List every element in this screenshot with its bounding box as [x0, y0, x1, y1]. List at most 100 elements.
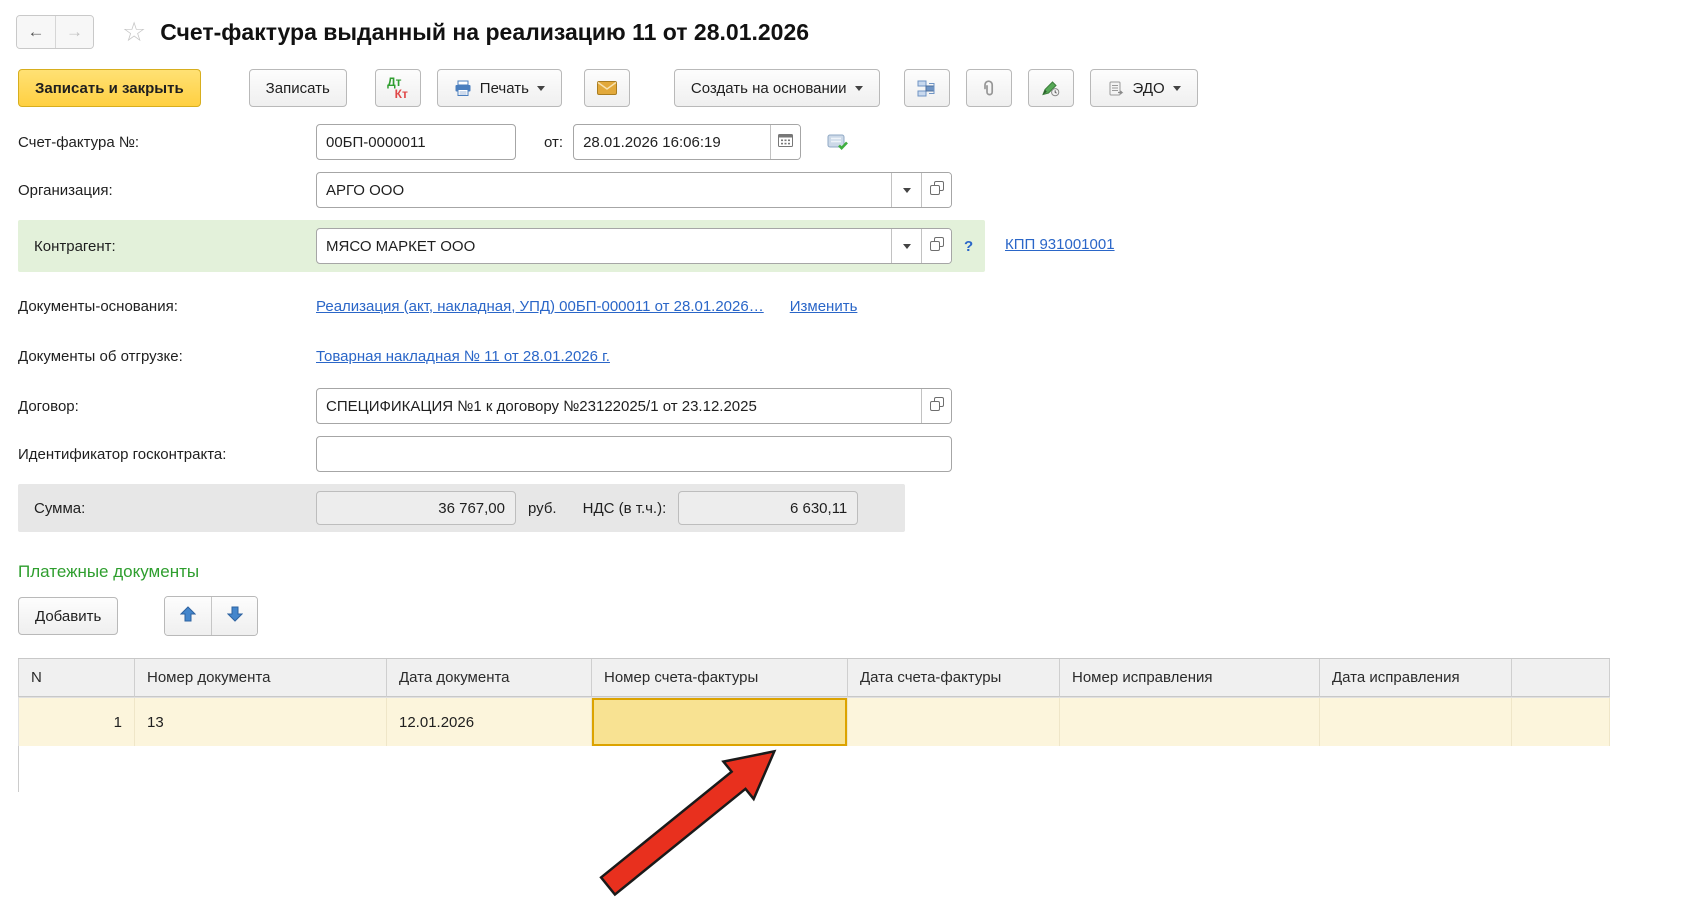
table-empty-area — [18, 746, 1610, 792]
envelope-icon — [596, 81, 617, 95]
contract-open-button[interactable] — [921, 389, 951, 423]
kpp-link[interactable]: КПП 931001001 — [1005, 236, 1115, 253]
edit-base-documents-link[interactable]: Изменить — [790, 298, 858, 315]
gov-contract-label: Идентификатор госконтракта: — [18, 445, 227, 463]
col-header-empty — [1512, 659, 1610, 697]
pen-clock-icon — [1041, 80, 1060, 97]
chevron-down-icon — [902, 243, 911, 249]
sum-row: Сумма: 36 767,00 руб. НДС (в т.ч.): 6 63… — [18, 484, 905, 532]
table-header-row: N Номер документа Дата документа Номер с… — [18, 659, 1610, 697]
save-button[interactable]: Записать — [248, 69, 347, 107]
arrow-down-icon — [226, 606, 244, 626]
forward-arrow-icon: → — [66, 22, 83, 41]
back-arrow-icon: ← — [27, 22, 45, 41]
col-header-correction-number: Номер исправления — [1060, 659, 1320, 697]
payment-documents-commandbar: Добавить — [18, 596, 1694, 636]
cell-correction-date[interactable] — [1320, 698, 1512, 746]
shipping-documents-label: Документы об отгрузке: — [18, 347, 183, 365]
invoice-number-label: Счет-фактура №: — [18, 133, 140, 151]
titlebar: ← → ☆ Счет-фактура выданный на реализаци… — [0, 0, 1694, 50]
gov-contract-row: Идентификатор госконтракта: — [0, 436, 1694, 472]
col-header-correction-date: Дата исправления — [1320, 659, 1512, 697]
calendar-icon — [778, 133, 794, 151]
shipping-documents-link[interactable]: Товарная накладная № 11 от 28.01.2026 г. — [316, 348, 610, 365]
invoice-number-input[interactable]: 00БП-0000011 — [316, 124, 516, 160]
arrow-up-icon — [180, 606, 197, 626]
history-nav: ← → — [16, 15, 94, 49]
save-close-button[interactable]: Записать и закрыть — [18, 69, 201, 107]
toolbar: Записать и закрыть Записать Дт Кт Печать … — [0, 68, 1694, 108]
print-button[interactable]: Печать — [436, 69, 562, 107]
base-documents-row: Документы-основания: Реализация (акт, на… — [0, 288, 1694, 324]
shipping-documents-row: Документы об отгрузке: Товарная накладна… — [0, 338, 1694, 374]
related-documents-icon — [917, 80, 936, 97]
sum-label: Сумма: — [34, 499, 86, 517]
favorite-star-icon[interactable]: ☆ — [122, 18, 146, 46]
invoice-date-input[interactable]: 28.01.2026 16:06:19 — [573, 124, 802, 160]
contract-row: Договор: СПЕЦИФИКАЦИЯ №1 к договору №231… — [0, 388, 1694, 424]
counterparty-open-button[interactable] — [921, 229, 951, 263]
debit-credit-icon: Дт Кт — [387, 75, 408, 101]
calendar-button[interactable] — [770, 125, 801, 159]
cell-invoice-number-selected[interactable] — [592, 698, 848, 746]
paperclip-icon — [980, 79, 997, 97]
col-header-doc-number: Номер документа — [135, 659, 387, 697]
base-documents-link[interactable]: Реализация (акт, накладная, УПД) 00БП-00… — [316, 298, 764, 315]
organization-dropdown-button[interactable] — [891, 173, 921, 207]
back-button[interactable]: ← — [17, 16, 55, 48]
organization-open-button[interactable] — [921, 173, 951, 207]
base-documents-label: Документы-основания: — [18, 297, 178, 315]
document-check-icon[interactable] — [827, 134, 848, 151]
cell-empty[interactable] — [1512, 698, 1610, 746]
open-form-icon — [929, 397, 944, 415]
forward-button[interactable]: → — [55, 16, 93, 48]
vat-label: НДС (в т.ч.): — [582, 499, 667, 517]
cell-doc-number[interactable]: 13 — [135, 698, 387, 746]
cell-correction-number[interactable] — [1060, 698, 1320, 746]
sign-button[interactable] — [1027, 69, 1074, 107]
counterparty-help-link[interactable]: ? — [964, 238, 973, 255]
col-header-doc-date: Дата документа — [387, 659, 592, 697]
open-form-icon — [929, 181, 944, 199]
organization-row: Организация: АРГО ООО — [0, 172, 1694, 208]
counterparty-row: Контрагент: МЯСО МАРКЕТ ООО ? КПП 931001… — [0, 220, 1694, 272]
chevron-down-icon — [536, 85, 545, 91]
counterparty-dropdown-button[interactable] — [891, 229, 921, 263]
debit-credit-button[interactable]: Дт Кт — [374, 69, 421, 107]
col-header-n: N — [18, 659, 135, 697]
contract-label: Договор: — [18, 397, 79, 415]
edo-document-icon — [1107, 80, 1125, 97]
date-label: от: — [544, 133, 564, 151]
move-down-button[interactable] — [211, 597, 258, 635]
move-up-button[interactable] — [165, 597, 212, 635]
cell-doc-date[interactable]: 12.01.2026 — [387, 698, 592, 746]
open-form-icon — [929, 237, 944, 255]
create-based-on-button[interactable]: Создать на основании — [673, 69, 880, 107]
invoice-form-window: ← → ☆ Счет-фактура выданный на реализаци… — [0, 0, 1694, 916]
edo-button[interactable]: ЭДО — [1089, 69, 1198, 107]
col-header-invoice-number: Номер счета-фактуры — [592, 659, 848, 697]
counterparty-input[interactable]: МЯСО МАРКЕТ ООО — [316, 228, 952, 264]
chevron-down-icon — [854, 85, 863, 91]
cell-n[interactable]: 1 — [18, 698, 135, 746]
attachments-button[interactable] — [965, 69, 1012, 107]
printer-icon — [454, 80, 472, 97]
organization-input[interactable]: АРГО ООО — [316, 172, 952, 208]
sum-value: 36 767,00 — [316, 491, 516, 525]
invoice-number-row: Счет-фактура №: 00БП-0000011 от: 28.01.2… — [0, 124, 1694, 160]
chevron-down-icon — [1172, 85, 1181, 91]
send-email-button[interactable] — [583, 69, 630, 107]
form-fields: Счет-фактура №: 00БП-0000011 от: 28.01.2… — [0, 124, 1694, 532]
vat-value: 6 630,11 — [678, 491, 859, 525]
gov-contract-input[interactable] — [316, 436, 952, 472]
add-row-button[interactable]: Добавить — [18, 597, 119, 635]
page-title: Счет-фактура выданный на реализацию 11 о… — [160, 18, 810, 45]
currency-label: руб. — [528, 499, 557, 517]
col-header-invoice-date: Дата счета-фактуры — [848, 659, 1060, 697]
payment-documents-table: N Номер документа Дата документа Номер с… — [18, 658, 1610, 792]
related-documents-button[interactable] — [903, 69, 950, 107]
cell-invoice-date[interactable] — [848, 698, 1060, 746]
counterparty-label: Контрагент: — [34, 237, 116, 255]
chevron-down-icon — [902, 187, 911, 193]
contract-input[interactable]: СПЕЦИФИКАЦИЯ №1 к договору №23122025/1 о… — [316, 388, 952, 424]
